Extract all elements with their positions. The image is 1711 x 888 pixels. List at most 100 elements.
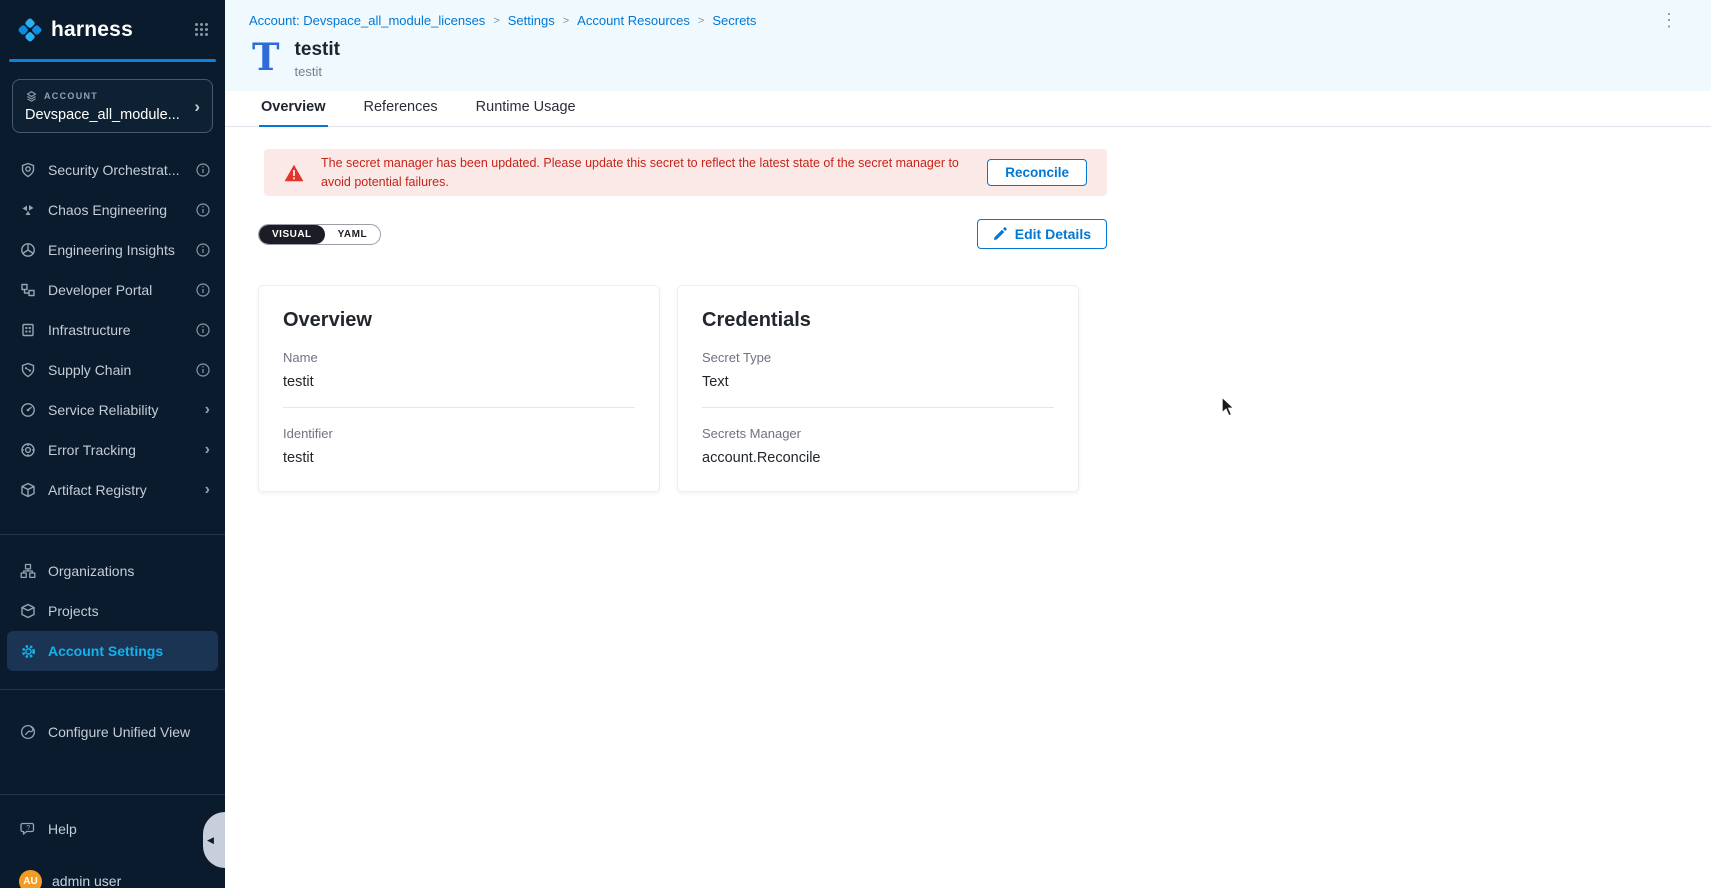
sidebar-accent-line [9, 59, 216, 62]
sidebar-item-label: Security Orchestrat... [48, 162, 185, 178]
sidebar-item-projects[interactable]: Projects [0, 591, 225, 631]
artifact-registry-icon [19, 482, 37, 498]
field-label: Secret Type [702, 350, 1054, 365]
page-header: Account: Devspace_all_module_licenses > … [225, 0, 1711, 91]
sidebar-item-error-tracking[interactable]: Error Tracking › [0, 430, 225, 470]
sidebar-item-label: Artifact Registry [48, 482, 194, 498]
error-tracking-icon [19, 442, 37, 458]
tab-content: The secret manager has been updated. Ple… [225, 127, 1711, 492]
info-icon[interactable] [196, 243, 210, 257]
info-icon[interactable] [196, 363, 210, 377]
sidebar-item-supply-chain[interactable]: Supply Chain [0, 350, 225, 390]
main-content: Account: Devspace_all_module_licenses > … [225, 0, 1711, 888]
sidebar-item-infrastructure[interactable]: Infrastructure [0, 310, 225, 350]
edit-details-label: Edit Details [1015, 226, 1091, 242]
sidebar-item-label: Account Settings [48, 643, 210, 659]
wrench-circle-icon [19, 724, 37, 740]
sidebar-item-help[interactable]: ? Help [0, 809, 225, 849]
supply-chain-icon [19, 362, 37, 378]
info-icon[interactable] [196, 323, 210, 337]
field-value: testit [283, 450, 635, 466]
sidebar-item-artifact-registry[interactable]: Artifact Registry › [0, 470, 225, 510]
sidebar-item-account-settings[interactable]: Account Settings [7, 631, 218, 671]
overview-card: Overview Name testit Identifier testit [258, 285, 660, 492]
chevron-right-icon: › [205, 482, 210, 498]
sidebar-item-service-reliability[interactable]: Service Reliability › [0, 390, 225, 430]
account-scope-selector[interactable]: ACCOUNT Devspace_all_module... › [12, 79, 213, 133]
sidebar-item-label: Chaos Engineering [48, 202, 185, 218]
kebab-menu-icon[interactable]: ⋮ [1660, 11, 1678, 29]
sidebar-item-label: Service Reliability [48, 402, 194, 418]
field-value: Text [702, 374, 1054, 390]
projects-icon [19, 603, 37, 619]
tab-references[interactable]: References [362, 91, 440, 126]
chaos-engineering-icon [19, 202, 37, 218]
credentials-card-title: Credentials [702, 309, 1054, 332]
credentials-card: Credentials Secret Type Text Secrets Man… [677, 285, 1079, 492]
page-subtitle: testit [295, 64, 340, 79]
breadcrumb: Account: Devspace_all_module_licenses > … [225, 13, 1711, 28]
field-value: account.Reconcile [702, 450, 1054, 466]
sidebar-header: harness [0, 0, 225, 59]
sidebar-item-label: Help [48, 821, 210, 837]
chevron-right-icon: › [205, 402, 210, 418]
sidebar-item-label: Projects [48, 603, 210, 619]
sidebar-item-security-orchestration[interactable]: Security Orchestrat... [0, 150, 225, 190]
breadcrumb-secrets[interactable]: Secrets [712, 13, 756, 28]
tab-overview[interactable]: Overview [259, 91, 328, 126]
breadcrumb-settings[interactable]: Settings [508, 13, 555, 28]
avatar: AU [19, 870, 42, 888]
toggle-yaml[interactable]: YAML [325, 225, 380, 244]
sidebar-divider [0, 689, 225, 690]
sidebar-modules-nav: Security Orchestrat... Chaos Engineering [0, 150, 225, 510]
breadcrumb-separator: > [563, 15, 569, 27]
field-label: Name [283, 350, 635, 365]
sidebar-item-chaos-engineering[interactable]: Chaos Engineering [0, 190, 225, 230]
warning-message: The secret manager has been updated. Ple… [321, 154, 987, 192]
sidebar-divider [0, 794, 225, 795]
reconcile-warning-banner: The secret manager has been updated. Ple… [264, 149, 1107, 196]
security-orchestration-icon [19, 162, 37, 178]
sidebar-item-developer-portal[interactable]: Developer Portal [0, 270, 225, 310]
app-root: harness [0, 0, 1711, 888]
sidebar-item-organizations[interactable]: Organizations [0, 551, 225, 591]
tab-runtime-usage[interactable]: Runtime Usage [474, 91, 578, 126]
app-launcher-icon[interactable] [194, 22, 209, 37]
field-value: testit [283, 374, 635, 390]
view-toolbar: VISUAL YAML Edit Details [258, 219, 1107, 249]
field-divider [283, 407, 635, 408]
logo-text: harness [51, 18, 133, 42]
sidebar-item-configure-unified-view[interactable]: Configure Unified View [0, 712, 225, 752]
warning-triangle-icon [284, 164, 304, 182]
sidebar-item-engineering-insights[interactable]: Engineering Insights [0, 230, 225, 270]
sidebar-footer-nav: ? Help AU admin user [0, 809, 225, 888]
sidebar-item-label: Infrastructure [48, 322, 185, 338]
tab-bar: Overview References Runtime Usage [225, 91, 1711, 127]
info-icon[interactable] [196, 283, 210, 297]
field-divider [702, 407, 1054, 408]
toggle-visual[interactable]: VISUAL [259, 225, 325, 244]
account-layers-icon [25, 90, 38, 103]
sidebar-item-label: Organizations [48, 563, 210, 579]
organizations-icon [19, 563, 37, 579]
svg-text:?: ? [26, 825, 30, 832]
service-reliability-icon [19, 402, 37, 418]
sidebar-item-label: Error Tracking [48, 442, 194, 458]
info-icon[interactable] [196, 163, 210, 177]
sidebar-item-label: Developer Portal [48, 282, 185, 298]
harness-logo[interactable]: harness [17, 17, 194, 43]
field-secrets-manager: Secrets Manager account.Reconcile [702, 426, 1054, 466]
user-menu[interactable]: AU admin user [0, 861, 225, 888]
engineering-insights-icon [19, 242, 37, 258]
overview-card-title: Overview [283, 309, 635, 332]
sidebar-item-label: Engineering Insights [48, 242, 185, 258]
account-chip-body: ACCOUNT Devspace_all_module... [25, 90, 194, 123]
edit-details-button[interactable]: Edit Details [977, 219, 1107, 249]
breadcrumb-account-resources[interactable]: Account Resources [577, 13, 690, 28]
visual-yaml-toggle[interactable]: VISUAL YAML [258, 224, 381, 245]
harness-logo-icon [17, 17, 43, 43]
breadcrumb-account[interactable]: Account: Devspace_all_module_licenses [249, 13, 485, 28]
reconcile-button[interactable]: Reconcile [987, 159, 1087, 186]
info-icon[interactable] [196, 203, 210, 217]
sidebar-configure-nav: Configure Unified View [0, 712, 225, 752]
